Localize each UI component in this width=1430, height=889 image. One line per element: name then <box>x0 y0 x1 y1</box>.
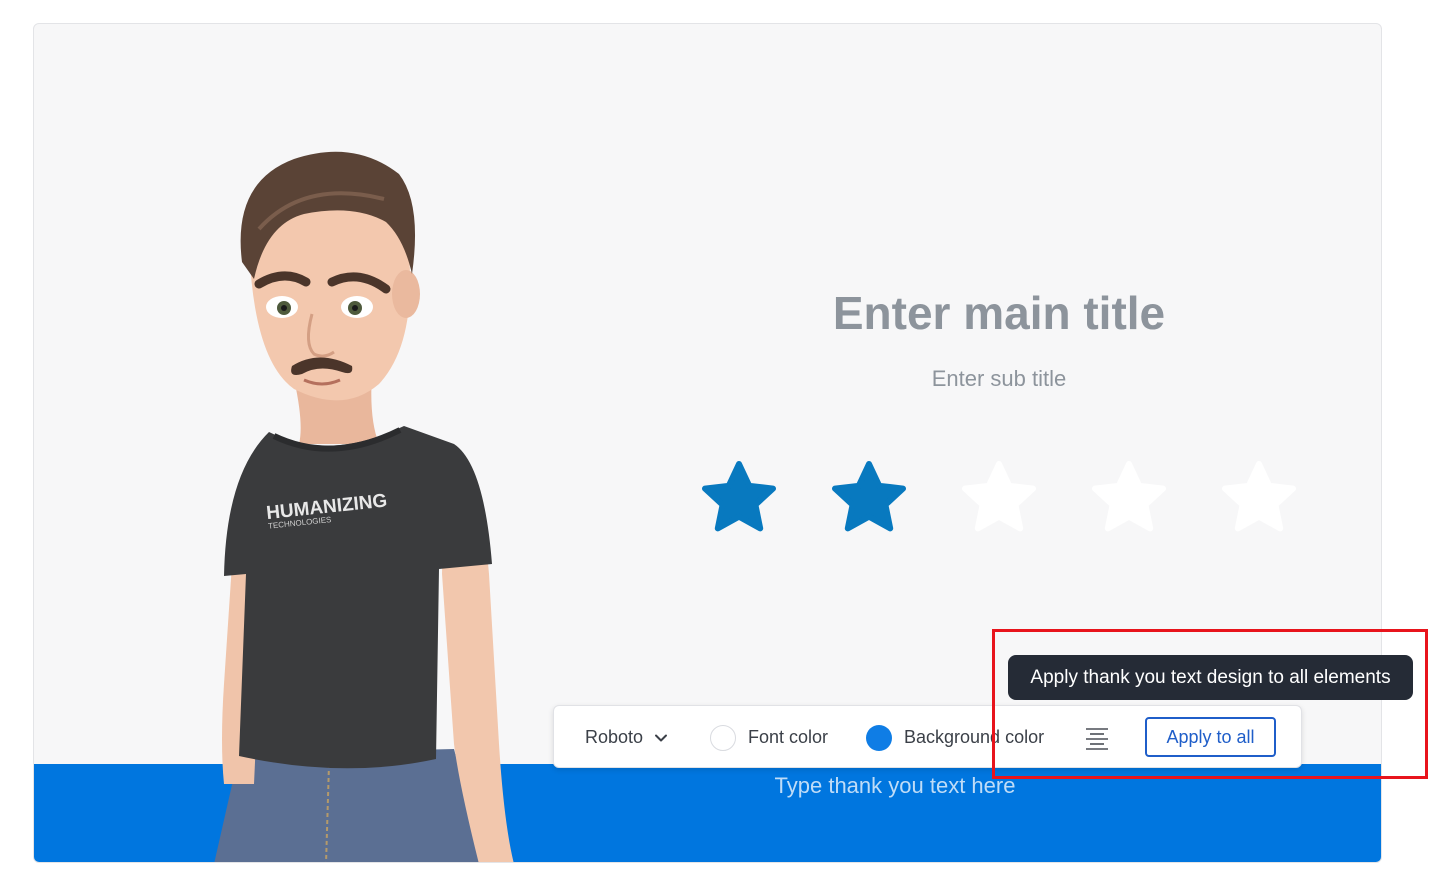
background-color-picker[interactable]: Background color <box>866 706 1044 769</box>
apply-to-all-button[interactable]: Apply to all <box>1145 717 1276 757</box>
text-design-toolbar: Roboto Font color Background color Apply… <box>553 705 1302 768</box>
star-empty-icon[interactable] <box>959 460 1039 540</box>
background-color-label: Background color <box>904 727 1045 747</box>
font-color-picker[interactable]: Font color <box>710 706 828 769</box>
main-title[interactable]: Enter main title <box>734 286 1264 340</box>
chevron-down-icon <box>655 734 668 741</box>
apply-tooltip: Apply thank you text design to all eleme… <box>1008 655 1413 700</box>
font-family-dropdown[interactable]: Roboto <box>585 706 669 769</box>
star-empty-icon[interactable] <box>1219 460 1299 540</box>
align-center-icon <box>1086 727 1108 750</box>
star-empty-icon[interactable] <box>1089 460 1169 540</box>
thank-you-text[interactable]: Type thank you text here <box>620 773 1170 799</box>
avatar-image: HUMANIZING TECHNOLOGIES <box>214 151 514 862</box>
star-filled-icon[interactable] <box>829 460 909 540</box>
font-color-swatch[interactable] <box>710 724 736 751</box>
background-color-swatch[interactable] <box>866 724 892 751</box>
align-center-button[interactable] <box>1082 706 1112 769</box>
star-filled-icon[interactable] <box>699 460 779 540</box>
font-family-value: Roboto <box>585 727 644 747</box>
sub-title[interactable]: Enter sub title <box>734 366 1264 392</box>
star-rating[interactable] <box>699 460 1309 540</box>
font-color-label: Font color <box>748 727 829 747</box>
